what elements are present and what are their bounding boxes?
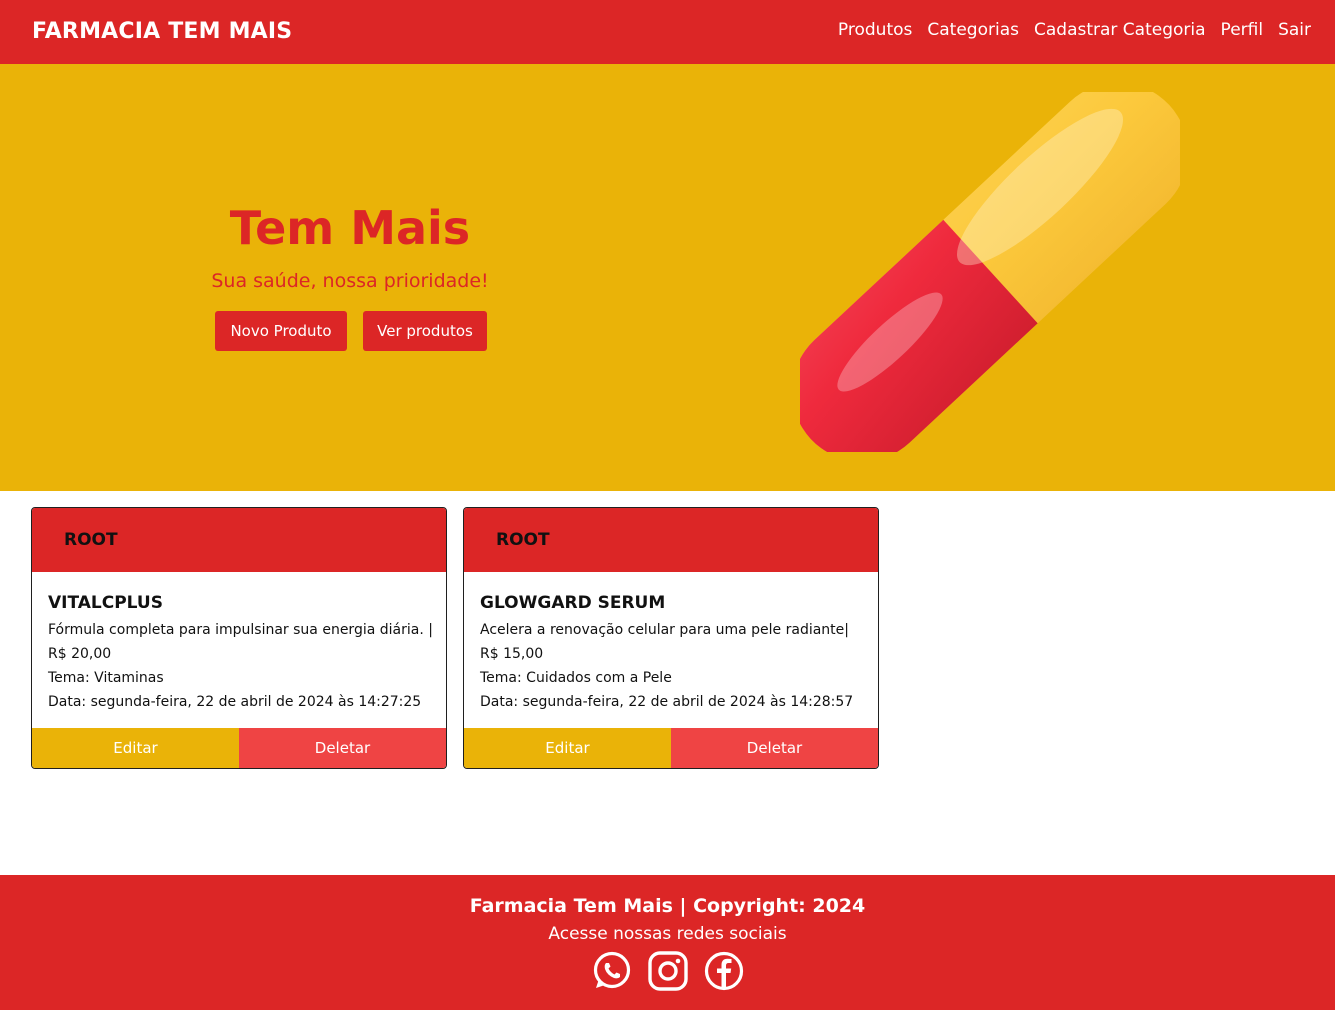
edit-button[interactable]: Editar <box>32 728 239 768</box>
whatsapp-icon[interactable] <box>591 950 633 992</box>
card-header-user: ROOT <box>464 508 878 572</box>
product-card: ROOT GLOWGARD SERUM Acelera a renovação … <box>463 507 879 769</box>
card-actions: Editar Deletar <box>464 728 878 768</box>
product-name: GLOWGARD SERUM <box>480 593 666 613</box>
card-header-user: ROOT <box>32 508 446 572</box>
product-date: Data: segunda-feira, 22 de abril de 2024… <box>48 694 422 710</box>
instagram-icon[interactable] <box>647 950 689 992</box>
product-price: R$ 15,00 <box>480 646 544 662</box>
product-theme: Tema: Vitaminas <box>48 670 164 686</box>
product-date: Data: segunda-feira, 22 de abril de 2024… <box>480 694 854 710</box>
nav-link-produtos[interactable]: Produtos <box>838 20 912 40</box>
product-description: Acelera a renovação celular para uma pel… <box>480 622 849 638</box>
facebook-icon[interactable] <box>703 950 745 992</box>
delete-button[interactable]: Deletar <box>671 728 878 768</box>
card-body: VITALCPLUS Fórmula completa para impulsi… <box>32 572 446 728</box>
footer-copyright: Farmacia Tem Mais | Copyright: 2024 <box>469 895 866 917</box>
product-description: Fórmula completa para impulsinar sua ene… <box>48 622 433 638</box>
nav-links: Produtos Categorias Cadastrar Categoria … <box>838 20 1311 40</box>
social-icons <box>0 950 1335 992</box>
card-body: GLOWGARD SERUM Acelera a renovação celul… <box>464 572 878 728</box>
product-name: VITALCPLUS <box>48 593 163 613</box>
hero-title: Tem Mais <box>229 201 471 255</box>
nav-link-sair[interactable]: Sair <box>1278 20 1311 40</box>
hero-section: Tem Mais Sua saúde, nossa prioridade! No… <box>0 64 1335 491</box>
card-actions: Editar Deletar <box>32 728 446 768</box>
navbar: FARMACIA TEM MAIS Produtos Categorias Ca… <box>0 0 1335 64</box>
footer-social-text: Acesse nossas redes sociais <box>548 924 787 944</box>
nav-link-perfil[interactable]: Perfil <box>1221 20 1264 40</box>
pill-capsule-icon <box>800 92 1180 452</box>
product-theme: Tema: Cuidados com a Pele <box>480 670 672 686</box>
delete-button[interactable]: Deletar <box>239 728 446 768</box>
view-products-button[interactable]: Ver produtos <box>363 311 487 351</box>
edit-button[interactable]: Editar <box>464 728 671 768</box>
nav-link-cadastrar-categoria[interactable]: Cadastrar Categoria <box>1034 20 1206 40</box>
brand-logo[interactable]: FARMACIA TEM MAIS <box>32 19 292 44</box>
product-card: ROOT VITALCPLUS Fórmula completa para im… <box>31 507 447 769</box>
hero-subtitle: Sua saúde, nossa prioridade! <box>211 270 489 292</box>
nav-link-categorias[interactable]: Categorias <box>927 20 1019 40</box>
footer: Farmacia Tem Mais | Copyright: 2024 Aces… <box>0 875 1335 1010</box>
product-price: R$ 20,00 <box>48 646 112 662</box>
new-product-button[interactable]: Novo Produto <box>215 311 347 351</box>
